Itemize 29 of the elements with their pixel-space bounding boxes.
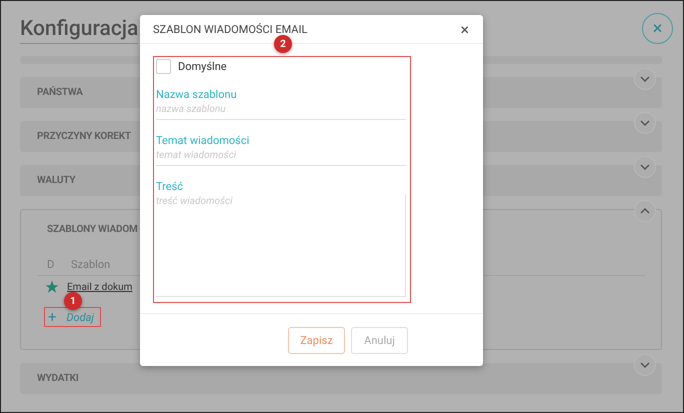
chevron-button[interactable] — [634, 354, 656, 376]
chevron-button[interactable] — [634, 112, 656, 134]
chevron-button[interactable] — [634, 200, 656, 222]
cancel-button[interactable]: Anuluj — [351, 326, 408, 354]
save-button[interactable]: Zapisz — [288, 326, 345, 354]
section-title: PAŃSTWA — [37, 87, 83, 98]
field-label: Temat wiadomości — [156, 134, 250, 148]
close-button[interactable]: × — [642, 13, 673, 44]
chevron-button[interactable] — [634, 156, 656, 178]
checkbox-label: Domyślne — [178, 60, 227, 72]
chevron-down-icon — [640, 120, 650, 126]
column-header: Szablon — [71, 258, 110, 270]
section-title: PRZYCZYNY KOREKT — [37, 131, 131, 142]
section-title: WALUTY — [37, 175, 76, 186]
chevron-button[interactable] — [634, 68, 656, 90]
template-name[interactable]: Email z dokum — [67, 282, 132, 292]
chevron-up-icon — [640, 208, 650, 214]
field-label: Treść — [156, 180, 184, 194]
page-title: Konfiguracja — [20, 17, 138, 44]
checkbox[interactable] — [156, 58, 171, 74]
chevron-down-icon — [640, 76, 650, 82]
close-button[interactable]: × — [460, 20, 469, 38]
field-label: Nazwa szablonu — [156, 88, 238, 102]
dialog-title: SZABLON WIADOMOŚCI EMAIL — [153, 22, 308, 36]
column-header: D — [46, 258, 56, 270]
chevron-down-icon — [640, 362, 650, 368]
section-title: SZABLONY WIADOM — [46, 224, 138, 235]
chevron-down-icon — [640, 164, 650, 170]
section-title: WYDATKI — [37, 373, 79, 384]
